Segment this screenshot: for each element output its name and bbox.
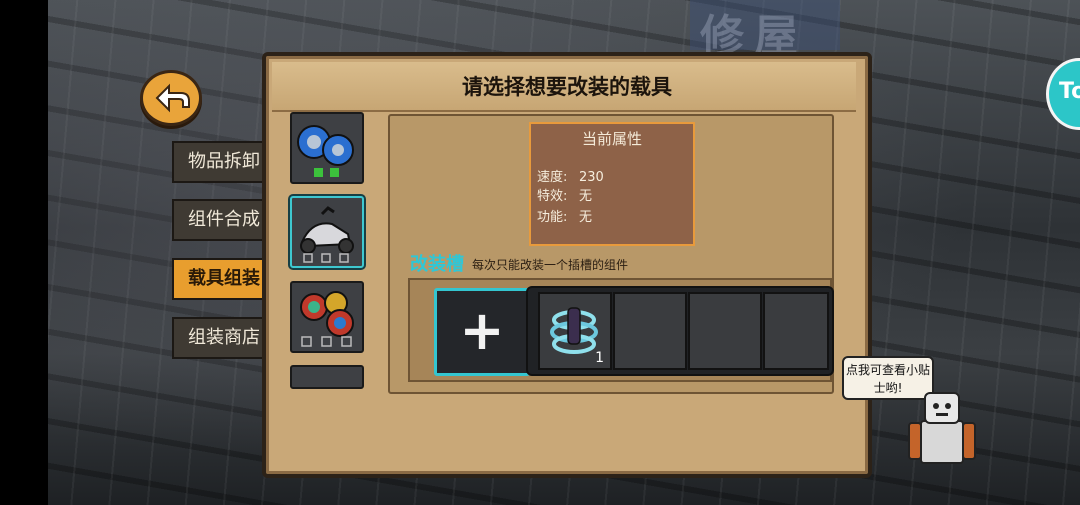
component-slot-2[interactable] (613, 292, 687, 370)
robot-mascot-head[interactable] (924, 392, 960, 424)
plus-icon: + (459, 299, 505, 362)
tips-speech-bubble[interactable]: 点我可查看小贴士哟! (842, 356, 934, 400)
back-button[interactable] (140, 70, 202, 126)
scooter-vehicle-icon (300, 206, 354, 263)
add-mod-slot-button[interactable]: + (434, 288, 530, 376)
robot-right-arm (962, 422, 976, 460)
tab-component-synthesis[interactable]: 组件合成 (172, 199, 276, 241)
attr-speed-value: 230 (579, 170, 604, 185)
tab-assembly-shop[interactable]: 组装商店 (172, 317, 276, 359)
left-letterbox (0, 0, 48, 505)
attr-row-speed: 速度: 230 (537, 166, 604, 185)
back-arrow-icon (155, 83, 190, 113)
component-slot-4[interactable] (763, 292, 829, 370)
tab-item-dismantle[interactable]: 物品拆卸 (172, 141, 276, 183)
wheels-vehicle-icon (297, 125, 354, 177)
attributes-title: 当前属性 (581, 130, 642, 148)
component-slot-1[interactable]: 1 (538, 292, 612, 370)
vehicle-slot-empty[interactable] (290, 365, 364, 389)
component-slot-3[interactable] (688, 292, 762, 370)
current-attributes-box: 当前属性 速度: 230 特效: 无 功能: 无 (529, 122, 695, 246)
attr-row-function: 功能: 无 (537, 206, 592, 225)
mod-slot-label: 改装槽 (410, 254, 464, 275)
medals-vehicle-icon (300, 291, 354, 347)
vehicle-slot-wheels[interactable] (290, 112, 364, 184)
attr-function-key: 功能: (537, 210, 568, 225)
attr-effect-value: 无 (579, 189, 593, 204)
game-screen: 修屋 物品拆卸 组件合成 载具组装 组装商店 请选择想要改装的载具 当前属性 速… (0, 0, 1080, 505)
attr-effect-key: 特效: (537, 189, 568, 204)
mod-slot-hint: 每次只能改装一个插槽的组件 (472, 258, 629, 272)
tab-vehicle-assembly[interactable]: 载具组装 (172, 258, 276, 300)
vehicle-slot-medals[interactable] (290, 281, 364, 353)
attr-row-effect: 特效: 无 (537, 185, 592, 204)
vehicle-slot-scooter[interactable] (290, 196, 364, 268)
attr-function-value: 无 (579, 210, 593, 225)
robot-face-icon (933, 403, 951, 416)
panel-title: 请选择想要改装的载具 (462, 75, 672, 99)
floating-badge-text: To (1059, 79, 1080, 104)
attr-speed-key: 速度: (537, 170, 568, 185)
robot-mascot-body[interactable] (920, 420, 964, 464)
component-count: 1 (595, 350, 604, 366)
